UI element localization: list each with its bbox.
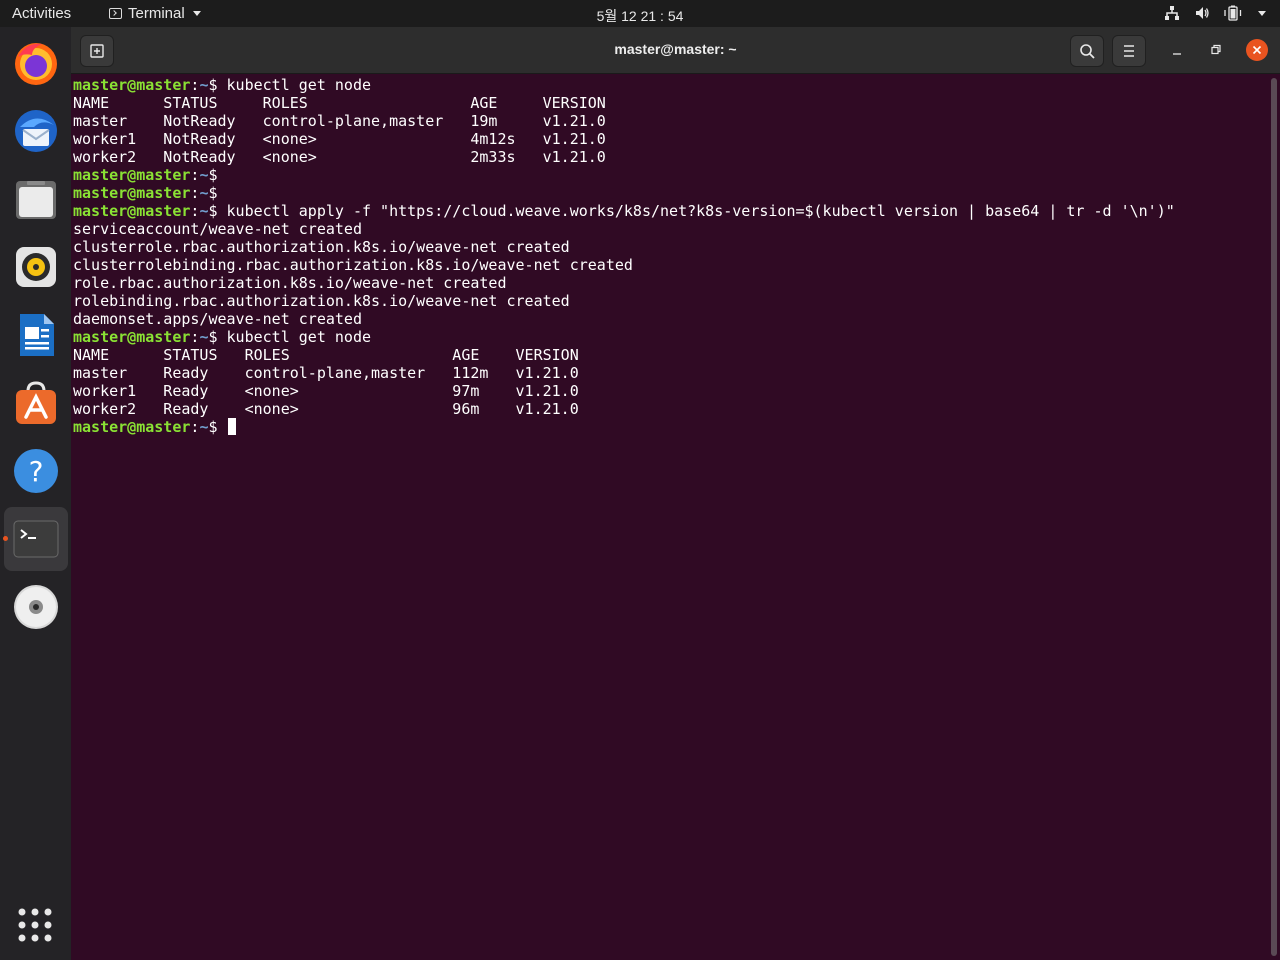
prompt-user: master@master — [73, 328, 191, 346]
dock-item-help[interactable]: ? — [4, 439, 68, 503]
output-line: NAME STATUS ROLES AGE VERSION — [73, 346, 579, 364]
top-bar: Activities Terminal 5월 12 21 : 54 — [0, 0, 1280, 27]
files-icon — [16, 181, 56, 219]
dock-item-files[interactable] — [4, 167, 68, 231]
new-tab-button[interactable] — [80, 35, 114, 67]
terminal-output[interactable]: master@master:~$ kubectl get node NAME ST… — [73, 76, 1268, 960]
output-line: NAME STATUS ROLES AGE VERSION — [73, 94, 606, 112]
search-icon — [1080, 44, 1095, 59]
menu-button[interactable] — [1112, 35, 1146, 67]
dock-item-libreoffice-writer[interactable] — [4, 303, 68, 367]
restore-icon — [1211, 44, 1221, 55]
output-line: master Ready control-plane,master 112m v… — [73, 364, 579, 382]
output-line: worker2 NotReady <none> 2m33s v1.21.0 — [73, 148, 606, 166]
activities-button[interactable]: Activities — [12, 5, 71, 22]
rhythmbox-icon — [16, 247, 56, 287]
terminal-window: master@master: ~ master@master:~$ kubect… — [71, 27, 1280, 960]
header-bar: master@master: ~ — [71, 27, 1280, 74]
output-line: worker1 Ready <none> 97m v1.21.0 — [73, 382, 579, 400]
terminal-icon — [13, 520, 59, 558]
prompt-symbol: $ — [208, 328, 218, 346]
terminal-icon — [109, 8, 122, 19]
close-button[interactable] — [1246, 39, 1268, 61]
disc-icon — [14, 585, 58, 629]
new-tab-icon — [90, 44, 104, 58]
prompt-symbol: $ — [208, 202, 218, 220]
prompt-user: master@master — [73, 76, 191, 94]
show-applications-icon[interactable] — [17, 907, 53, 943]
minimize-icon — [1173, 53, 1181, 55]
writer-icon — [20, 314, 54, 356]
prompt-symbol: $ — [208, 76, 218, 94]
maximize-button[interactable] — [1205, 39, 1227, 61]
output-line: daemonset.apps/weave-net created — [73, 310, 362, 328]
app-menu[interactable]: Terminal — [109, 5, 201, 22]
prompt-line: master@master:~$ — [73, 166, 1268, 184]
dock: ? — [0, 27, 71, 960]
output-line: clusterrolebinding.rbac.authorization.k8… — [73, 256, 633, 274]
command-text: kubectl apply -f "https://cloud.weave.wo… — [217, 202, 1175, 220]
prompt-symbol: $ — [208, 418, 218, 436]
search-button[interactable] — [1070, 35, 1104, 67]
dock-item-rhythmbox[interactable] — [4, 235, 68, 299]
running-indicator — [3, 536, 8, 541]
dock-item-ubuntu-software[interactable] — [4, 371, 68, 435]
dock-item-dvd[interactable] — [4, 575, 68, 639]
output-line: serviceaccount/weave-net created — [73, 220, 362, 238]
dock-item-firefox[interactable] — [4, 31, 68, 95]
svg-text:?: ? — [29, 455, 44, 488]
prompt-symbol: $ — [208, 184, 218, 202]
firefox-icon — [15, 43, 57, 85]
output-line: worker2 Ready <none> 96m v1.21.0 — [73, 400, 579, 418]
prompt-line: master@master:~$ kubectl get node — [73, 328, 1268, 346]
thunderbird-icon — [15, 110, 57, 152]
system-tray[interactable] — [1164, 5, 1266, 21]
dock-item-terminal[interactable] — [3, 507, 68, 571]
chevron-down-icon — [1258, 10, 1266, 16]
minimize-button[interactable] — [1166, 39, 1188, 61]
battery-icon — [1224, 5, 1242, 21]
help-icon: ? — [14, 449, 58, 493]
prompt-line: master@master:~$ kubectl get node — [73, 76, 1268, 94]
text-cursor — [227, 418, 236, 435]
output-line: clusterrole.rbac.authorization.k8s.io/we… — [73, 238, 570, 256]
output-line: role.rbac.authorization.k8s.io/weave-net… — [73, 274, 507, 292]
prompt-user: master@master — [73, 184, 191, 202]
close-icon — [1252, 45, 1262, 55]
prompt-user: master@master — [73, 166, 191, 184]
prompt-user: master@master — [73, 418, 191, 436]
prompt-symbol: $ — [208, 166, 218, 184]
output-line: rolebinding.rbac.authorization.k8s.io/we… — [73, 292, 570, 310]
app-menu-label: Terminal — [128, 5, 185, 22]
prompt-line: master@master:~$ kubectl apply -f "https… — [73, 202, 1268, 220]
command-text — [218, 418, 227, 436]
output-line: master NotReady control-plane,master 19m… — [73, 112, 606, 130]
hamburger-menu-icon — [1124, 45, 1134, 57]
chevron-down-icon — [192, 11, 201, 16]
volume-icon — [1196, 7, 1209, 19]
network-icon — [1165, 6, 1179, 20]
prompt-user: master@master — [73, 202, 191, 220]
prompt-line: master@master:~$ — [73, 184, 1268, 202]
command-text: kubectl get node — [217, 328, 372, 346]
dock-item-thunderbird[interactable] — [4, 99, 68, 163]
output-line: worker1 NotReady <none> 4m12s v1.21.0 — [73, 130, 606, 148]
scrollbar[interactable] — [1271, 78, 1277, 956]
prompt-line: master@master:~$ — [73, 418, 1268, 436]
command-text: kubectl get node — [217, 76, 372, 94]
software-store-icon — [16, 381, 56, 424]
